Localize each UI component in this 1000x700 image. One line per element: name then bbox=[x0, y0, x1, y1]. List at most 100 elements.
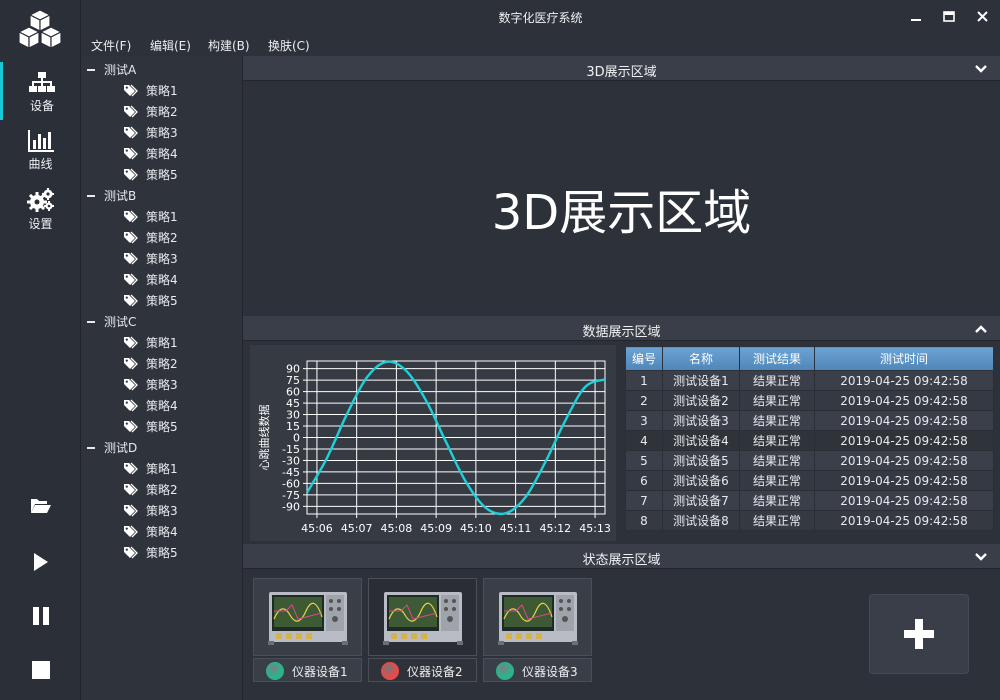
add-device-button[interactable] bbox=[869, 594, 969, 674]
tree-item[interactable]: 策略2 bbox=[124, 103, 178, 123]
panel-title: 数据展示区域 bbox=[582, 325, 661, 340]
collapse-minus-icon[interactable] bbox=[87, 194, 95, 197]
tree-item-label: 策略2 bbox=[146, 231, 178, 245]
tag-icon bbox=[124, 399, 138, 412]
close-button[interactable] bbox=[971, 6, 993, 26]
maximize-button[interactable] bbox=[938, 6, 960, 26]
tree-item[interactable]: 策略5 bbox=[124, 544, 178, 564]
open-folder-button[interactable] bbox=[25, 490, 57, 522]
menu-file[interactable]: 文件(F) bbox=[91, 37, 131, 54]
play-button[interactable] bbox=[25, 546, 57, 578]
table-cell: 7 bbox=[625, 490, 663, 511]
table-row[interactable]: 5 测试设备5 结果正常 2019-04-25 09:42:58 bbox=[625, 450, 994, 471]
tree-item-label: 策略4 bbox=[146, 273, 178, 287]
chevron-up-icon[interactable] bbox=[974, 322, 988, 336]
tag-icon bbox=[124, 378, 138, 391]
tree-item[interactable]: 策略5 bbox=[124, 418, 178, 438]
tree-item[interactable]: 策略3 bbox=[124, 376, 178, 396]
tree-item[interactable]: 策略3 bbox=[124, 250, 178, 270]
col-header-result[interactable]: 测试结果 bbox=[739, 346, 815, 371]
tree-group[interactable]: 测试B bbox=[87, 187, 136, 207]
device-caption[interactable]: 仪器设备2 bbox=[368, 658, 477, 682]
pause-button[interactable] bbox=[25, 600, 57, 632]
col-header-id[interactable]: 编号 bbox=[625, 346, 663, 371]
table-cell: 结果正常 bbox=[739, 390, 815, 411]
panel-header-state[interactable]: 状态展示区域 bbox=[243, 544, 1000, 569]
tree-item[interactable]: 策略5 bbox=[124, 166, 178, 186]
tree-group[interactable]: 测试C bbox=[87, 313, 136, 333]
tag-icon bbox=[124, 336, 138, 349]
maximize-icon bbox=[943, 10, 955, 22]
device-card[interactable]: 仪器设备2 bbox=[368, 578, 477, 682]
tree-item[interactable]: 策略2 bbox=[124, 481, 178, 501]
panel-title: 状态展示区域 bbox=[582, 553, 661, 568]
oscilloscope-icon bbox=[267, 592, 348, 645]
tree-item[interactable]: 策略1 bbox=[124, 82, 178, 102]
device-caption[interactable]: 仪器设备1 bbox=[253, 658, 362, 682]
tree-item[interactable]: 策略2 bbox=[124, 229, 178, 249]
tree-item-label: 策略3 bbox=[146, 504, 178, 518]
tag-icon bbox=[124, 126, 138, 139]
nav-item-device[interactable]: 设备 bbox=[0, 62, 81, 120]
table-row[interactable]: 8 测试设备8 结果正常 2019-04-25 09:42:58 bbox=[625, 510, 994, 531]
collapse-minus-icon[interactable] bbox=[87, 320, 95, 323]
minimize-button[interactable] bbox=[905, 6, 927, 26]
tag-icon bbox=[124, 273, 138, 286]
tree-item-label: 策略3 bbox=[146, 126, 178, 140]
oscilloscope-image[interactable] bbox=[253, 578, 362, 656]
tree-item[interactable]: 策略2 bbox=[124, 355, 178, 375]
oscilloscope-icon bbox=[382, 592, 463, 645]
tree-item[interactable]: 策略1 bbox=[124, 208, 178, 228]
chevron-down-icon[interactable] bbox=[974, 550, 988, 564]
collapse-minus-icon[interactable] bbox=[87, 68, 95, 71]
tree-item[interactable]: 策略4 bbox=[124, 397, 178, 417]
tree-group[interactable]: 测试A bbox=[87, 61, 136, 81]
table-row[interactable]: 7 测试设备7 结果正常 2019-04-25 09:42:58 bbox=[625, 490, 994, 511]
table-row[interactable]: 6 测试设备6 结果正常 2019-04-25 09:42:58 bbox=[625, 470, 994, 491]
tree-item[interactable]: 策略3 bbox=[124, 124, 178, 144]
tree-item[interactable]: 策略3 bbox=[124, 502, 178, 522]
table-row[interactable]: 3 测试设备3 结果正常 2019-04-25 09:42:58 bbox=[625, 410, 994, 431]
table-cell: 测试设备3 bbox=[662, 410, 740, 431]
menu-build[interactable]: 构建(B) bbox=[208, 37, 250, 54]
oscilloscope-image[interactable] bbox=[368, 578, 477, 656]
tree-item[interactable]: 策略4 bbox=[124, 523, 178, 543]
status-dot bbox=[266, 662, 284, 680]
table-row[interactable]: 1 测试设备1 结果正常 2019-04-25 09:42:58 bbox=[625, 370, 994, 391]
play-icon bbox=[34, 553, 48, 571]
collapse-minus-icon[interactable] bbox=[87, 446, 95, 449]
nav-item-settings[interactable]: 设置 bbox=[0, 178, 81, 236]
table-cell: 结果正常 bbox=[739, 470, 815, 491]
tree-item-label: 策略1 bbox=[146, 462, 178, 476]
chevron-down-icon[interactable] bbox=[974, 62, 988, 76]
tree-item-label: 策略5 bbox=[146, 294, 178, 308]
col-header-name[interactable]: 名称 bbox=[662, 346, 740, 371]
panel-header-data[interactable]: 数据展示区域 bbox=[243, 316, 1000, 341]
tree-item-label: 策略2 bbox=[146, 357, 178, 371]
table-row[interactable]: 4 测试设备4 结果正常 2019-04-25 09:42:58 bbox=[625, 430, 994, 451]
tree-item[interactable]: 策略4 bbox=[124, 145, 178, 165]
tree-group-label: 测试B bbox=[104, 189, 137, 203]
col-header-time[interactable]: 测试时间 bbox=[814, 346, 994, 371]
menu-skin[interactable]: 换肤(C) bbox=[268, 37, 310, 54]
tree-item[interactable]: 策略5 bbox=[124, 292, 178, 312]
tree-group[interactable]: 测试D bbox=[87, 439, 137, 459]
tree-item[interactable]: 策略1 bbox=[124, 460, 178, 480]
bar-chart-icon bbox=[27, 130, 54, 152]
tree-item[interactable]: 策略4 bbox=[124, 271, 178, 291]
device-card[interactable]: 仪器设备3 bbox=[483, 578, 592, 682]
tree-item[interactable]: 策略1 bbox=[124, 334, 178, 354]
device-card[interactable]: 仪器设备1 bbox=[253, 578, 362, 682]
stop-button[interactable] bbox=[25, 654, 57, 686]
table-cell: 1 bbox=[625, 370, 663, 391]
device-caption[interactable]: 仪器设备3 bbox=[483, 658, 592, 682]
panel-header-3d[interactable]: 3D展示区域 bbox=[243, 56, 1000, 81]
tag-icon bbox=[124, 357, 138, 370]
title-bar: 数字化医疗系统 bbox=[81, 0, 1000, 32]
table-cell: 2019-04-25 09:42:58 bbox=[814, 450, 994, 471]
table-row[interactable]: 2 测试设备2 结果正常 2019-04-25 09:42:58 bbox=[625, 390, 994, 411]
tag-icon bbox=[124, 504, 138, 517]
menu-edit[interactable]: 编辑(E) bbox=[150, 37, 191, 54]
oscilloscope-image[interactable] bbox=[483, 578, 592, 656]
nav-item-curve[interactable]: 曲线 bbox=[0, 120, 81, 178]
